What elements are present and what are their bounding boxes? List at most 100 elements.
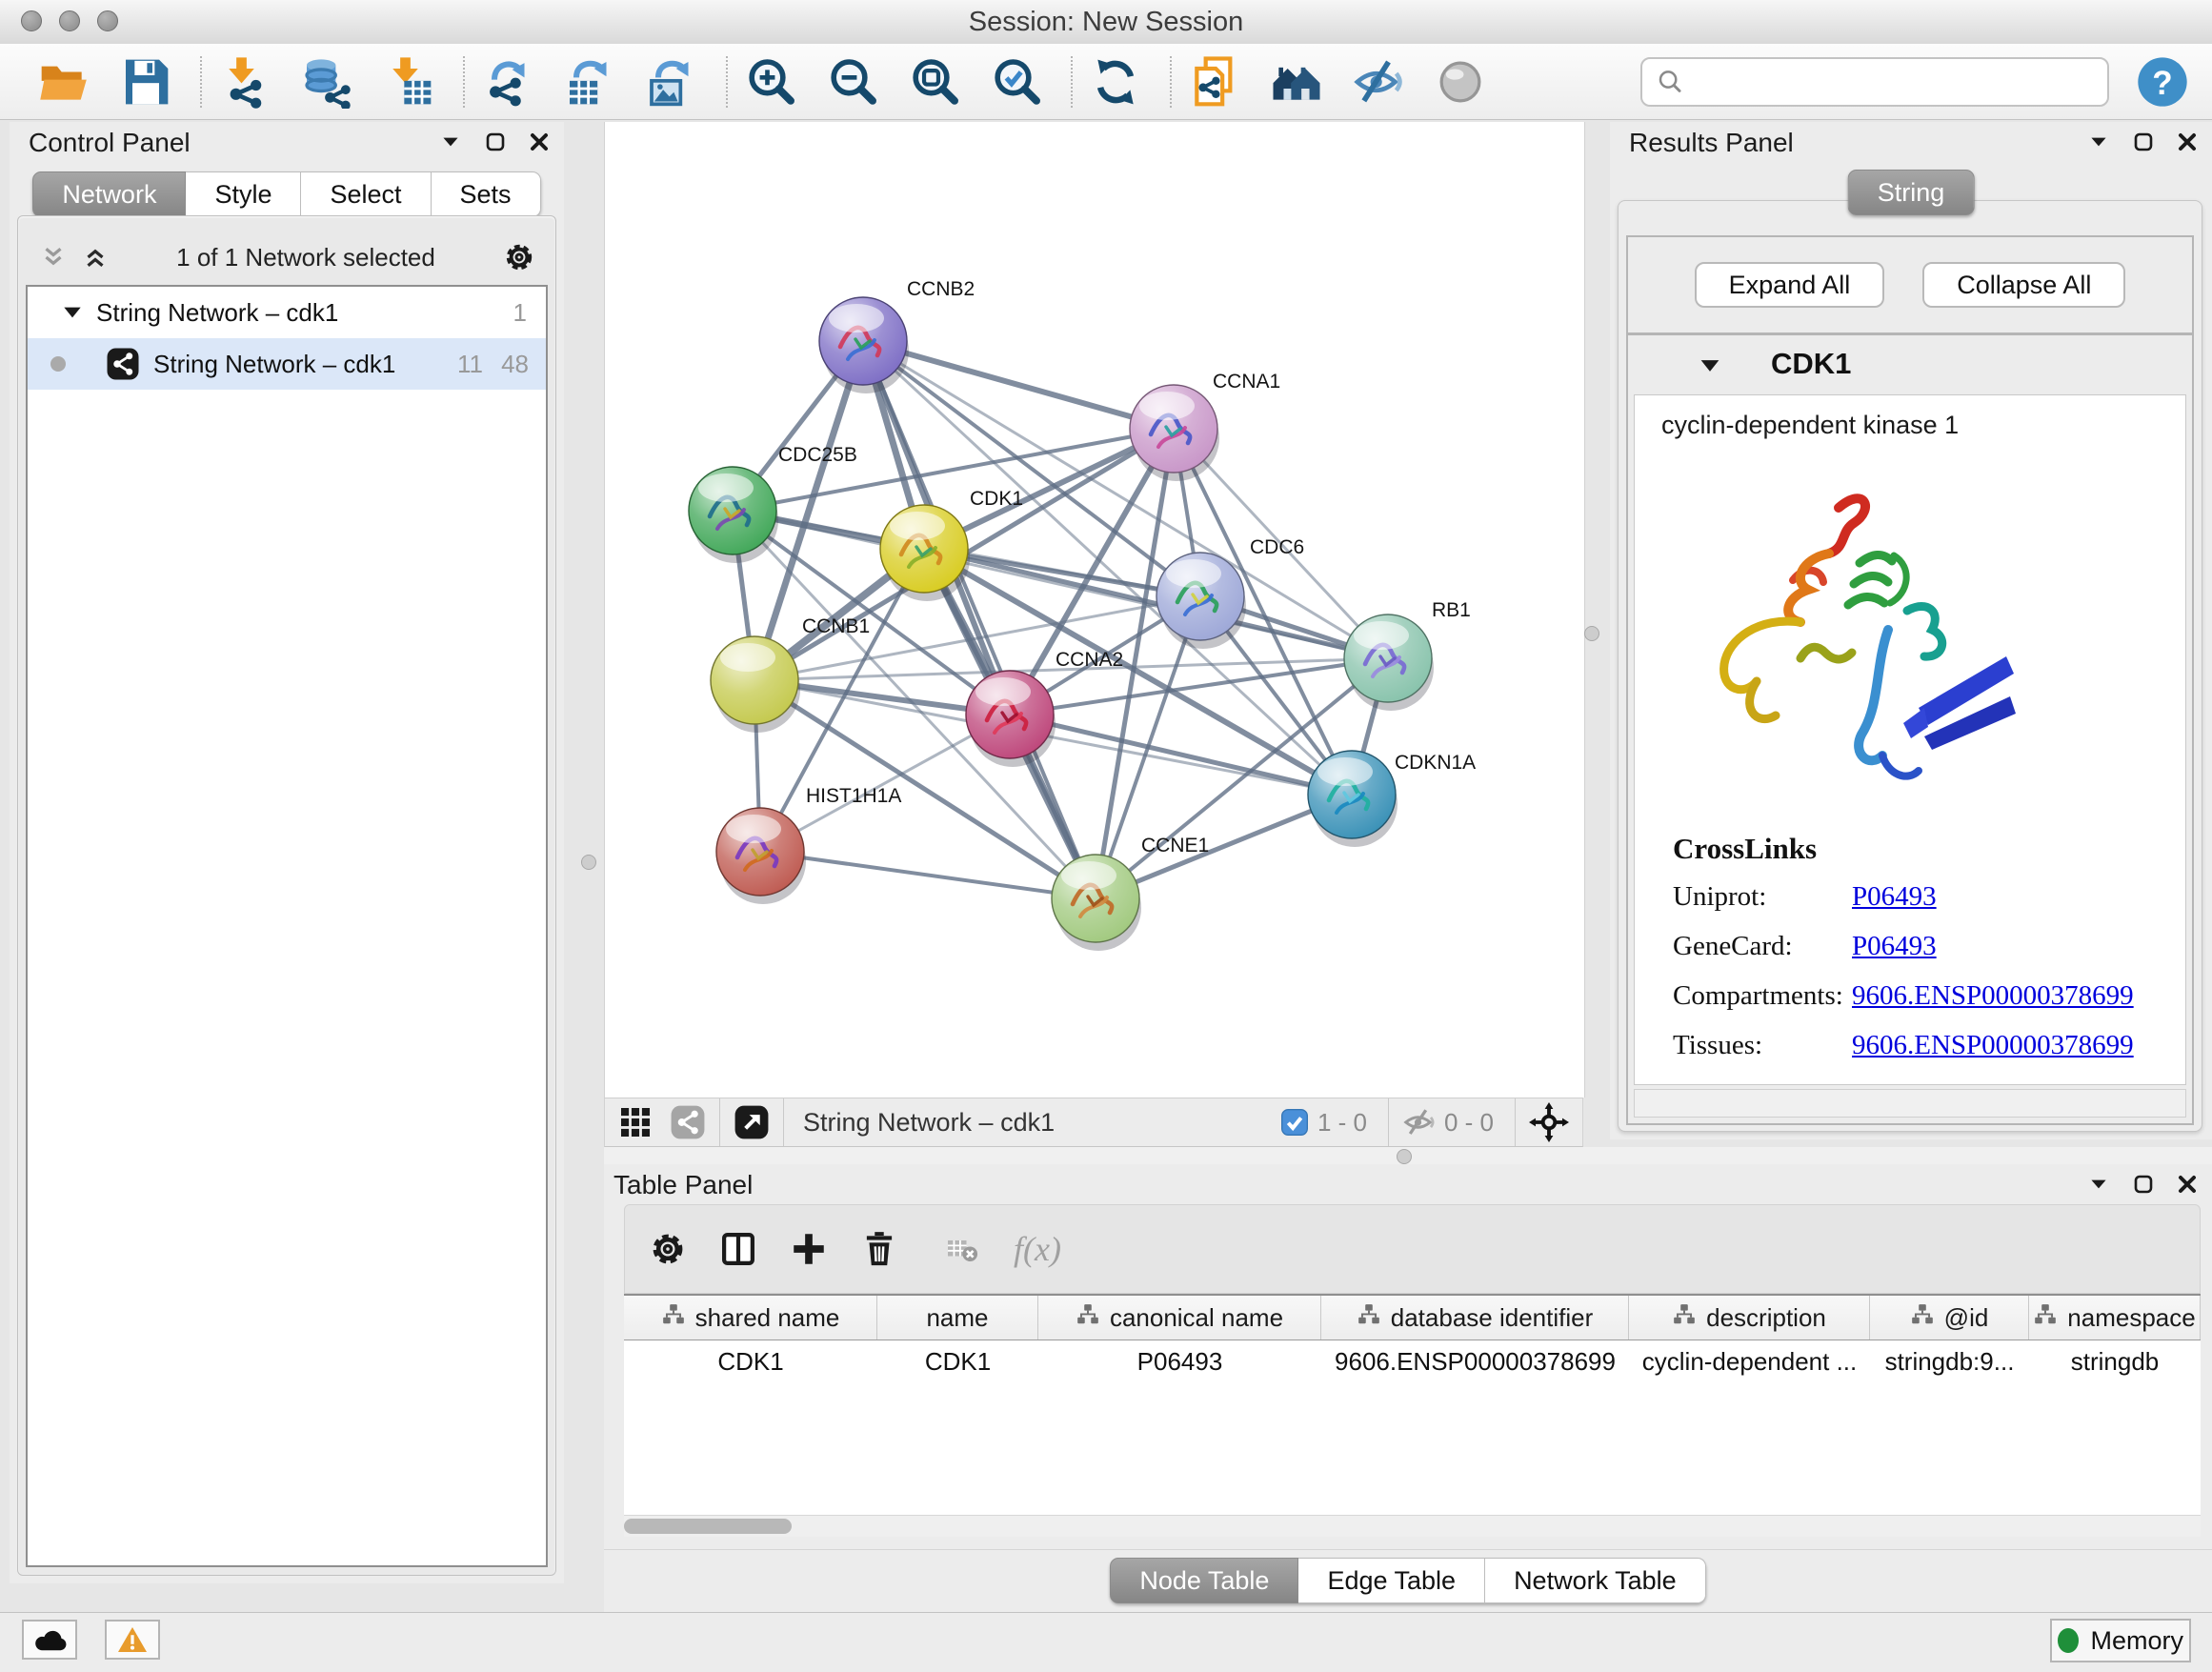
float-panel-icon[interactable] — [484, 131, 507, 153]
warning-button[interactable] — [105, 1620, 160, 1660]
crosslink-link-compartments-[interactable]: 9606.ENSP00000378699 — [1852, 980, 2134, 1012]
tab-select[interactable]: Select — [301, 171, 431, 217]
export-table-button[interactable] — [560, 52, 619, 111]
panel-menu-icon[interactable] — [2086, 1172, 2111, 1197]
show-columns-icon[interactable] — [716, 1227, 760, 1271]
network-graph[interactable]: CCNB2CCNA1CDC25BCDK1CDC6RB1CCNB1CCNA2CDK… — [605, 122, 1584, 1098]
export-image-button[interactable] — [642, 52, 701, 111]
expand-all-button[interactable]: Expand All — [1695, 262, 1885, 308]
import-network-button[interactable] — [215, 52, 274, 111]
tab-sets[interactable]: Sets — [432, 171, 541, 217]
cell-database-identifier[interactable]: 9606.ENSP00000378699 — [1321, 1340, 1629, 1382]
node-HIST1H1A[interactable]: HIST1H1A — [716, 785, 901, 904]
node-CCNA1[interactable]: CCNA1 — [1130, 371, 1280, 481]
column-header-namespace[interactable]: namespace — [2029, 1296, 2201, 1340]
search-input[interactable] — [1684, 66, 2094, 97]
cell--id[interactable]: stringdb:9... — [1870, 1340, 2029, 1382]
hidden-eye-slash-icon[interactable] — [1402, 1105, 1437, 1139]
show-panel-eye-icon[interactable] — [1431, 52, 1490, 111]
crosslink-link-genecard-[interactable]: P06493 — [1852, 931, 1937, 962]
zoom-selected-button[interactable] — [987, 52, 1046, 111]
panel-menu-icon[interactable] — [438, 130, 463, 154]
column-header-shared-name[interactable]: shared name — [624, 1296, 877, 1340]
float-panel-icon[interactable] — [2132, 131, 2155, 153]
node-table[interactable]: shared namenamecanonical namedatabase id… — [624, 1294, 2201, 1515]
birds-eye-grid-icon[interactable] — [618, 1105, 653, 1139]
selected-checkbox-icon[interactable] — [1279, 1107, 1310, 1138]
tab-network-table[interactable]: Network Table — [1485, 1558, 1706, 1603]
results-scrollbar[interactable] — [1634, 1089, 2186, 1118]
right-splitter-handle[interactable] — [1584, 626, 1599, 641]
cell-description[interactable]: cyclin-dependent ... — [1629, 1340, 1870, 1382]
zoom-fit-button[interactable] — [905, 52, 964, 111]
column-header-canonical-name[interactable]: canonical name — [1038, 1296, 1321, 1340]
node-CCNB2[interactable]: CCNB2 — [819, 278, 975, 393]
collapse-all-button[interactable]: Collapse All — [1922, 262, 2125, 308]
node-CCNB1[interactable]: CCNB1 — [711, 615, 870, 733]
crosslink-link-uniprot-[interactable]: P06493 — [1852, 881, 1937, 913]
help-button[interactable]: ? — [2136, 55, 2189, 109]
import-table-button[interactable] — [379, 52, 438, 111]
tab-style[interactable]: Style — [186, 171, 301, 217]
close-panel-icon[interactable] — [2176, 131, 2199, 153]
column-header-name[interactable]: name — [877, 1296, 1038, 1340]
collection-expand-icon[interactable] — [60, 300, 85, 325]
panel-menu-icon[interactable] — [2086, 130, 2111, 154]
edge-CCNB2-CCNE1[interactable] — [863, 341, 1096, 898]
collection-count: 1 — [513, 298, 527, 328]
network-options-gear-icon[interactable] — [502, 240, 536, 274]
column-header-database-identifier[interactable]: database identifier — [1321, 1296, 1629, 1340]
open-session-button[interactable] — [34, 52, 93, 111]
network-row-selected[interactable]: String Network – cdk1 11 48 — [28, 338, 546, 390]
close-panel-icon[interactable] — [2176, 1173, 2199, 1196]
splitter-handle[interactable] — [1397, 1149, 1412, 1164]
left-splitter-handle[interactable] — [581, 855, 596, 870]
home-button[interactable] — [1267, 52, 1326, 111]
crosslink-link-tissues-[interactable]: 9606.ENSP00000378699 — [1852, 1030, 2134, 1061]
cell-shared-name[interactable]: CDK1 — [624, 1340, 877, 1382]
table-row[interactable]: CDK1CDK1P064939606.ENSP00000378699cyclin… — [624, 1340, 2201, 1382]
save-session-button[interactable] — [116, 52, 175, 111]
delete-column-trash-icon[interactable] — [857, 1227, 901, 1271]
network-share-gray-icon[interactable] — [670, 1104, 706, 1140]
delete-table-icon[interactable] — [943, 1230, 981, 1268]
node-CDK1[interactable]: CDK1 — [880, 488, 1023, 601]
cell-canonical-name[interactable]: P06493 — [1038, 1340, 1321, 1382]
cell-name[interactable]: CDK1 — [877, 1340, 1038, 1382]
tab-string[interactable]: String — [1848, 170, 1975, 215]
cloud-status-button[interactable] — [22, 1620, 77, 1660]
network-collection-row[interactable]: String Network – cdk1 1 — [28, 287, 546, 338]
node-CDKN1A[interactable]: CDKN1A — [1308, 751, 1476, 847]
table-settings-gear-icon[interactable] — [646, 1227, 690, 1271]
tab-network[interactable]: Network — [32, 171, 186, 217]
gene-collapse-icon[interactable] — [1697, 353, 1723, 379]
memory-button[interactable]: Memory — [2050, 1619, 2191, 1662]
scrollbar-thumb[interactable] — [624, 1519, 792, 1534]
search-box[interactable] — [1640, 57, 2109, 107]
share-document-button[interactable] — [1185, 52, 1244, 111]
column-header--id[interactable]: @id — [1870, 1296, 2029, 1340]
column-header-description[interactable]: description — [1629, 1296, 1870, 1340]
zoom-out-button[interactable] — [823, 52, 882, 111]
edge-HIST1H1A-CCNE1[interactable] — [760, 852, 1096, 898]
add-column-plus-icon[interactable] — [787, 1227, 831, 1271]
tab-node-table[interactable]: Node Table — [1110, 1558, 1298, 1603]
close-panel-icon[interactable] — [528, 131, 551, 153]
function-builder-icon[interactable]: f(x) — [1014, 1229, 1061, 1269]
network-canvas[interactable]: CCNB2CCNA1CDC25BCDK1CDC6RB1CCNB1CCNA2CDK… — [604, 122, 1585, 1098]
float-panel-icon[interactable] — [2132, 1173, 2155, 1196]
tab-edge-table[interactable]: Edge Table — [1298, 1558, 1485, 1603]
crosslink-link-pharos-[interactable]: P06493 — [1852, 1079, 1937, 1085]
hide-panel-eye-slash-icon[interactable] — [1349, 52, 1408, 111]
zoom-in-button[interactable] — [741, 52, 800, 111]
export-network-button[interactable] — [478, 52, 537, 111]
import-network-from-database-button[interactable] — [297, 52, 356, 111]
fit-content-crosshair-icon[interactable] — [1529, 1102, 1569, 1142]
collapse-all-chevron-icon[interactable] — [39, 243, 68, 272]
table-hscrollbar[interactable] — [624, 1515, 2201, 1537]
expand-all-chevron-icon[interactable] — [81, 243, 110, 272]
node-RB1[interactable]: RB1 — [1344, 599, 1471, 711]
cell-namespace[interactable]: stringdb — [2029, 1340, 2201, 1382]
refresh-button[interactable] — [1086, 52, 1145, 111]
open-in-new-icon[interactable] — [734, 1104, 770, 1140]
